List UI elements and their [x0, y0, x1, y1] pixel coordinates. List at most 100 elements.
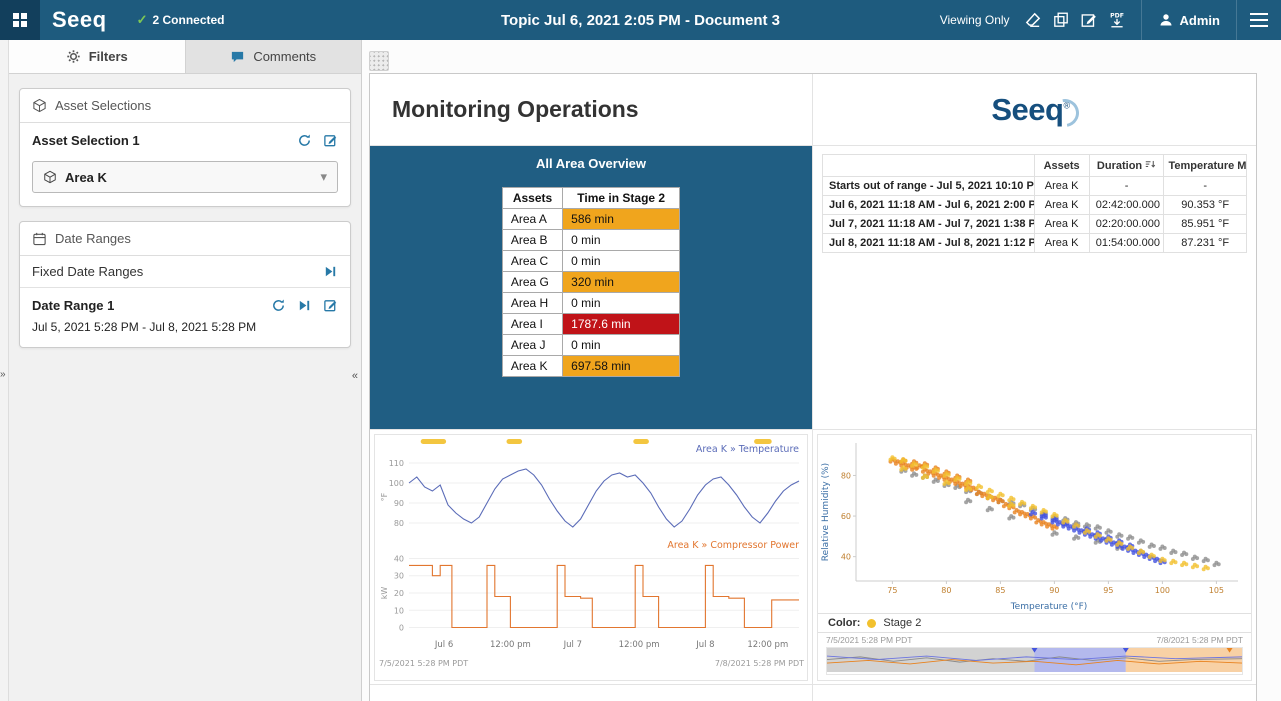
next-row-cell — [370, 685, 813, 701]
svg-text:7/8/2021 5:28 PM PDT: 7/8/2021 5:28 PM PDT — [715, 659, 804, 668]
overview-table: Assets Time in Stage 2 Area A586 minArea… — [502, 187, 680, 377]
overview-value-cell: 0 min — [563, 230, 680, 251]
svg-text:90: 90 — [1049, 586, 1059, 595]
collapse-sidebar-button[interactable]: « — [352, 370, 358, 382]
range-end-label: 7/8/2021 5:28 PM PDT — [1157, 635, 1243, 645]
svg-text:Area K » Compressor Power: Area K » Compressor Power — [667, 540, 799, 551]
expand-left-panel-button[interactable]: » — [0, 370, 6, 380]
date-range-label: Date Range 1 — [32, 298, 271, 313]
seeq-document-logo: Seeq® — [991, 92, 1077, 128]
apps-grid-icon — [12, 12, 28, 28]
drag-handle[interactable] — [369, 51, 389, 71]
connection-status[interactable]: ✓ 2 Connected — [137, 12, 225, 28]
user-menu[interactable]: Admin — [1141, 0, 1236, 40]
overview-asset-cell: Area A — [502, 209, 562, 230]
edit-icon[interactable] — [323, 133, 338, 148]
check-icon: ✓ — [137, 12, 148, 28]
capsule-table: Assets Duration Temperatur — [822, 154, 1247, 253]
capsule-row: Jul 8, 2021 11:18 AM - Jul 8, 2021 1:12 … — [823, 234, 1247, 253]
overview-asset-cell: Area K — [502, 356, 562, 377]
topbar-actions: Viewing Only PDF Admin — [940, 0, 1281, 40]
logo-cell: Seeq® — [813, 74, 1256, 146]
asset-cube-icon — [32, 98, 47, 113]
timeline-minimap[interactable] — [826, 647, 1243, 675]
refresh-icon[interactable] — [271, 298, 286, 313]
trend-chart-cell: 1101009080°FArea K » Temperature40302010… — [370, 430, 813, 685]
overview-row: Area B0 min — [502, 230, 679, 251]
edit-icon[interactable] — [323, 298, 338, 313]
asset-selections-header: Asset Selections — [20, 89, 350, 123]
overview-value-cell: 1787.6 min — [563, 314, 680, 335]
duplicate-icon[interactable] — [1052, 11, 1070, 29]
svg-text:12:00 pm: 12:00 pm — [619, 640, 660, 650]
svg-text:100: 100 — [389, 479, 404, 488]
svg-text:Jul 6: Jul 6 — [434, 640, 453, 650]
svg-text:90: 90 — [394, 499, 404, 508]
legend-title: Color: — [828, 617, 860, 629]
overview-row: Area J0 min — [502, 335, 679, 356]
overview-value-cell: 0 min — [563, 251, 680, 272]
connection-status-label: 2 Connected — [153, 13, 225, 27]
svg-text:80: 80 — [394, 519, 404, 528]
next-row-cell — [813, 685, 1256, 701]
tab-filters[interactable]: Filters — [9, 40, 186, 73]
viewing-only-label: Viewing Only — [940, 13, 1010, 27]
overview-value-cell: 586 min — [563, 209, 680, 230]
overview-header-row: Assets Time in Stage 2 — [502, 188, 679, 209]
svg-text:100: 100 — [1155, 586, 1170, 595]
tab-comments[interactable]: Comments — [186, 40, 362, 73]
svg-text:Jul 8: Jul 8 — [695, 640, 714, 650]
capsule-col-duration[interactable]: Duration — [1089, 155, 1164, 177]
chevron-down-icon: ▾ — [320, 169, 327, 185]
overview-col-time: Time in Stage 2 — [563, 188, 680, 209]
overview-row: Area K697.58 min — [502, 356, 679, 377]
export-pdf-icon[interactable]: PDF — [1108, 11, 1126, 29]
svg-text:95: 95 — [1103, 586, 1113, 595]
sidebar-tabs: Filters Comments — [9, 40, 361, 74]
sort-icon — [1145, 159, 1156, 170]
step-to-end-icon[interactable] — [297, 298, 312, 313]
asset-selection-row: Asset Selection 1 — [20, 123, 350, 152]
user-icon — [1158, 12, 1174, 28]
scatter-chart[interactable]: 7580859095100105406080Temperature (°F)Re… — [817, 434, 1252, 681]
asset-cube-icon — [43, 170, 57, 184]
asset-select-dropdown[interactable]: Area K ▾ — [32, 161, 338, 193]
overview-asset-cell: Area B — [502, 230, 562, 251]
overview-asset-cell: Area I — [502, 314, 562, 335]
topic-page: Monitoring Operations Seeq® All Area Ove… — [369, 73, 1257, 701]
svg-text:20: 20 — [394, 589, 404, 598]
overview-value-cell: 697.58 min — [563, 356, 680, 377]
svg-text:105: 105 — [1209, 586, 1224, 595]
date-ranges-title: Date Ranges — [55, 231, 131, 246]
refresh-icon[interactable] — [297, 133, 312, 148]
overview-col-assets: Assets — [502, 188, 562, 209]
date-ranges-header: Date Ranges — [20, 222, 350, 256]
asset-select-value: Area K — [65, 170, 107, 185]
eraser-icon[interactable] — [1024, 11, 1042, 29]
hamburger-menu[interactable] — [1236, 0, 1281, 40]
capsule-col-temp-max: Temperature Max — [1164, 155, 1247, 177]
fixed-date-ranges-row: Fixed Date Ranges — [20, 256, 350, 288]
overview-asset-cell: Area C — [502, 251, 562, 272]
capsule-header-row: Assets Duration Temperatur — [823, 155, 1247, 177]
gear-icon — [66, 49, 81, 64]
svg-text:80: 80 — [941, 586, 951, 595]
overview-value-cell: 320 min — [563, 272, 680, 293]
scatter-chart-cell: 7580859095100105406080Temperature (°F)Re… — [813, 430, 1256, 685]
date-ranges-card: Date Ranges Fixed Date Ranges Date Range… — [19, 221, 351, 348]
svg-text:Jul 7: Jul 7 — [563, 640, 582, 650]
overview-table-body: Area A586 minArea B0 minArea C0 minArea … — [502, 209, 679, 377]
svg-text:30: 30 — [394, 572, 404, 581]
step-to-end-icon[interactable] — [323, 264, 338, 279]
scatter-legend: Color: Stage 2 — [818, 613, 1251, 633]
seeq-logo[interactable]: Seeq — [52, 7, 107, 33]
app-switcher-button[interactable] — [0, 0, 40, 40]
overview-row: Area G320 min — [502, 272, 679, 293]
svg-text:Area K » Temperature: Area K » Temperature — [696, 444, 799, 455]
edit-document-icon[interactable] — [1080, 11, 1098, 29]
trend-chart[interactable]: 1101009080°FArea K » Temperature40302010… — [374, 434, 808, 681]
overview-row: Area C0 min — [502, 251, 679, 272]
topbar: Seeq ✓ 2 Connected Topic Jul 6, 2021 2:0… — [0, 0, 1281, 40]
svg-text:°F: °F — [380, 492, 389, 501]
svg-text:kW: kW — [380, 587, 389, 600]
